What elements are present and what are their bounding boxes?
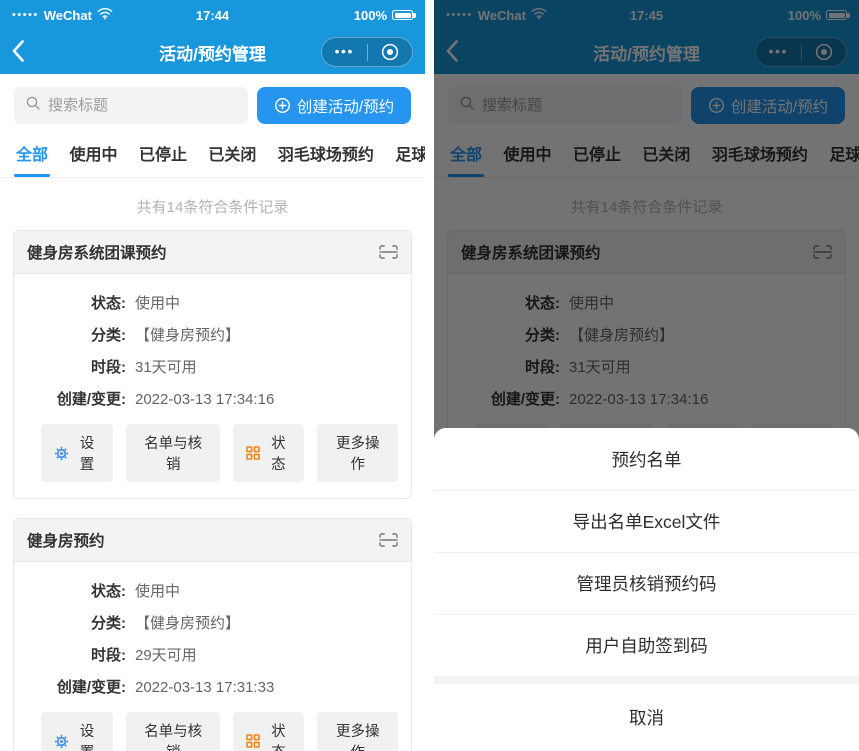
reservation-card: 健身房系统团课预约 状态:使用中 分类:【健身房预约】 时段:31天可用 创建/… bbox=[13, 230, 412, 499]
search-row: 创建活动/预约 bbox=[14, 87, 411, 124]
mini-program-home-button[interactable] bbox=[368, 38, 413, 66]
phone-screen-right: ••••• WeChat 17:45 100% 活动/预约管理 ••• bbox=[434, 0, 859, 751]
card-title: 健身房系统团课预约 bbox=[27, 241, 167, 263]
ellipsis-icon: ••• bbox=[335, 44, 354, 61]
tab-all[interactable]: 全部 bbox=[16, 130, 48, 177]
filter-tabs: 全部 使用中 已停止 已关闭 羽毛球场预约 足球场预约 bbox=[0, 130, 425, 178]
roster-button[interactable]: 名单与核销 bbox=[126, 712, 220, 751]
action-sheet-gap bbox=[434, 676, 859, 684]
gear-icon bbox=[54, 446, 69, 461]
phone-screen-left: ••••• WeChat 17:44 100% 活动/预约管理 ••• bbox=[0, 0, 425, 751]
tab-badminton[interactable]: 羽毛球场预约 bbox=[278, 130, 374, 177]
reservation-card: 健身房预约 状态:使用中 分类:【健身房预约】 时段:29天可用 创建/变更:2… bbox=[13, 518, 412, 751]
grid-icon bbox=[246, 446, 260, 460]
more-actions-button[interactable]: 更多操作 bbox=[317, 424, 398, 482]
scan-icon[interactable] bbox=[379, 533, 398, 547]
field-category: 分类:【健身房预约】 bbox=[27, 612, 398, 633]
field-period: 时段:31天可用 bbox=[27, 356, 398, 377]
battery-percent: 100% bbox=[354, 8, 387, 23]
status-button[interactable]: 状态 bbox=[233, 424, 304, 482]
clock: 17:44 bbox=[196, 8, 229, 23]
tab-closed[interactable]: 已关闭 bbox=[208, 130, 256, 177]
tab-football[interactable]: 足球场预约 bbox=[395, 130, 425, 177]
target-icon bbox=[381, 43, 399, 61]
sheet-cancel-button[interactable]: 取消 bbox=[434, 684, 859, 751]
field-created: 创建/变更:2022-03-13 17:34:16 bbox=[27, 388, 398, 409]
result-count: 共有14条符合条件记录 bbox=[0, 196, 425, 217]
sheet-item-self-checkin-code[interactable]: 用户自助签到码 bbox=[434, 614, 859, 676]
field-status: 状态:使用中 bbox=[27, 580, 398, 601]
nav-bar: 活动/预约管理 ••• bbox=[0, 30, 425, 74]
tab-in-use[interactable]: 使用中 bbox=[69, 130, 117, 177]
grid-icon bbox=[246, 734, 260, 748]
card-header: 健身房预约 bbox=[14, 519, 411, 562]
wechat-capsule: ••• bbox=[321, 37, 413, 67]
search-input[interactable] bbox=[48, 97, 237, 114]
sheet-item-reservation-list[interactable]: 预约名单 bbox=[434, 428, 859, 490]
tab-stopped[interactable]: 已停止 bbox=[139, 130, 187, 177]
field-status: 状态:使用中 bbox=[27, 292, 398, 313]
carrier-label: WeChat bbox=[44, 8, 92, 23]
scan-icon[interactable] bbox=[379, 245, 398, 259]
more-menu-button[interactable]: ••• bbox=[322, 38, 367, 66]
search-icon bbox=[25, 95, 41, 116]
card-title: 健身房预约 bbox=[27, 529, 105, 551]
roster-button[interactable]: 名单与核销 bbox=[126, 424, 220, 482]
field-created: 创建/变更:2022-03-13 17:31:33 bbox=[27, 676, 398, 697]
field-period: 时段:29天可用 bbox=[27, 644, 398, 665]
signal-dots-icon: ••••• bbox=[12, 9, 39, 21]
settings-button[interactable]: 设置 bbox=[41, 424, 113, 482]
create-reservation-button[interactable]: 创建活动/预约 bbox=[257, 87, 411, 124]
action-sheet: 预约名单 导出名单Excel文件 管理员核销预约码 用户自助签到码 取消 bbox=[434, 428, 859, 751]
search-box[interactable] bbox=[14, 87, 248, 124]
wifi-icon bbox=[97, 7, 113, 23]
sheet-item-admin-verify-code[interactable]: 管理员核销预约码 bbox=[434, 552, 859, 614]
status-button[interactable]: 状态 bbox=[233, 712, 304, 751]
status-bar: ••••• WeChat 17:44 100% bbox=[0, 0, 425, 30]
gear-icon bbox=[54, 734, 69, 749]
more-actions-button[interactable]: 更多操作 bbox=[317, 712, 398, 751]
plus-circle-icon bbox=[274, 97, 291, 114]
field-category: 分类:【健身房预约】 bbox=[27, 324, 398, 345]
dual-screenshot: ••••• WeChat 17:44 100% 活动/预约管理 ••• bbox=[0, 0, 859, 751]
battery-icon bbox=[392, 10, 413, 20]
card-header: 健身房系统团课预约 bbox=[14, 231, 411, 274]
settings-button[interactable]: 设置 bbox=[41, 712, 113, 751]
sheet-item-export-excel[interactable]: 导出名单Excel文件 bbox=[434, 490, 859, 552]
